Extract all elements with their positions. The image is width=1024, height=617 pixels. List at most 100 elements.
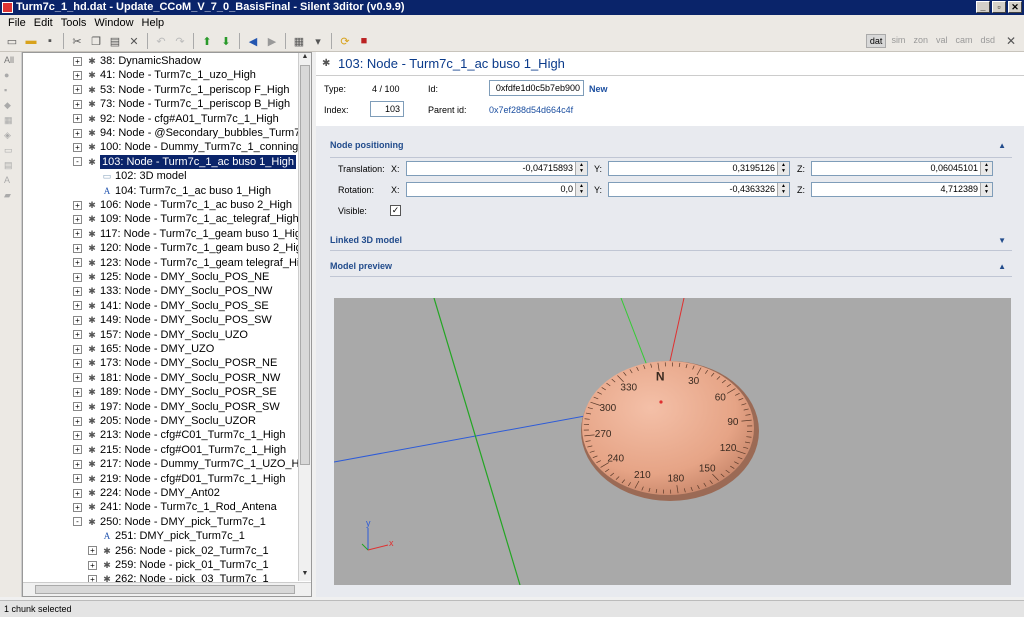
- expand-icon[interactable]: +: [73, 229, 82, 239]
- translation-x-field[interactable]: -0,04715893 ▲ ▼: [406, 161, 588, 176]
- expand-icon[interactable]: +: [73, 258, 82, 268]
- expand-icon[interactable]: +: [73, 502, 82, 512]
- chunk-tree[interactable]: + ✱ 38: DynamicShadow + ✱ 41: Node - Turm7c_1…: [22, 52, 312, 597]
- tree-item[interactable]: + ✱ 73: Node - Turm7c_1_periscop B_High: [73, 97, 290, 111]
- tree-item[interactable]: + ✱ 189: Node - DMY_Soclu_POSR_SE: [73, 385, 277, 399]
- expand-icon[interactable]: +: [73, 344, 82, 354]
- tree-item[interactable]: + ✱ 133: Node - DMY_Soclu_POS_NW: [73, 284, 272, 298]
- visible-checkbox[interactable]: ✓: [390, 205, 401, 216]
- tree-item[interactable]: + ✱ 241: Node - Turm7c_1_Rod_Antena: [73, 500, 277, 514]
- filter-icon[interactable]: ◆: [4, 100, 18, 112]
- spinner-icon[interactable]: ▲ ▼: [575, 183, 587, 196]
- tree-item[interactable]: + ✱ 141: Node - DMY_Soclu_POS_SE: [73, 299, 269, 313]
- filter-icon[interactable]: ▰: [4, 190, 18, 202]
- tree-item[interactable]: + ✱ 94: Node - @Secondary_bubbles_Turm7c_1…: [73, 126, 311, 140]
- tree-item[interactable]: - ✱ 103: Node - Turm7c_1_ac buso 1_High: [73, 154, 297, 169]
- tree-item[interactable]: A 104: Turm7c_1_ac buso 1_High: [88, 184, 271, 198]
- spinner-icon[interactable]: ▲ ▼: [980, 162, 992, 175]
- filter-icon[interactable]: ●: [4, 70, 18, 82]
- scroll-down-icon[interactable]: ▼: [299, 570, 311, 581]
- expand-icon[interactable]: +: [73, 315, 82, 325]
- expand-icon[interactable]: +: [73, 488, 82, 498]
- expand-arrow-icon[interactable]: ▼: [998, 236, 1006, 245]
- tree-item[interactable]: + ✱ 109: Node - Turm7c_1_ac_telegraf_High: [73, 212, 299, 226]
- tree-item[interactable]: + ✱ 41: Node - Turm7c_1_uzo_High: [73, 68, 256, 82]
- collapse-arrow-icon[interactable]: ▲: [998, 141, 1006, 150]
- tree-item[interactable]: + ✱ 92: Node - cfg#A01_Turm7c_1_High: [73, 112, 279, 126]
- expand-icon[interactable]: +: [73, 373, 82, 383]
- spinner-icon[interactable]: ▲ ▼: [777, 162, 789, 175]
- collapse-icon[interactable]: -: [73, 517, 82, 527]
- tree-item[interactable]: + ✱ 259: Node - pick_01_Turm7c_1: [88, 558, 269, 572]
- tab-val[interactable]: val: [933, 34, 951, 48]
- spinner-icon[interactable]: ▲ ▼: [777, 183, 789, 196]
- filter-icon[interactable]: ◈: [4, 130, 18, 142]
- scroll-up-icon[interactable]: ▲: [299, 53, 311, 64]
- tree-item[interactable]: + ✱ 53: Node - Turm7c_1_periscop F_High: [73, 83, 290, 97]
- save-icon[interactable]: ▪: [42, 33, 58, 49]
- menu-tools[interactable]: Tools: [57, 17, 91, 29]
- tree-item[interactable]: + ✱ 197: Node - DMY_Soclu_POSR_SW: [73, 400, 280, 414]
- filter-icon[interactable]: ▪: [4, 85, 18, 97]
- expand-icon[interactable]: +: [73, 402, 82, 412]
- tree-item[interactable]: + ✱ 120: Node - Turm7c_1_geam buso 2_High: [73, 241, 308, 255]
- close-document-icon[interactable]: ✕: [1006, 34, 1016, 48]
- tree-item[interactable]: + ✱ 217: Node - Dummy_Turm7C_1_UZO_High: [73, 457, 311, 471]
- expand-icon[interactable]: +: [73, 358, 82, 368]
- filter-icon[interactable]: ▦: [4, 115, 18, 127]
- close-icon[interactable]: ✕: [1008, 1, 1022, 13]
- filter-icon[interactable]: ▤: [4, 160, 18, 172]
- tree-item[interactable]: + ✱ 224: Node - DMY_Ant02: [73, 486, 220, 500]
- expand-icon[interactable]: +: [73, 243, 82, 253]
- tree-item[interactable]: - ✱ 250: Node - DMY_pick_Turm7c_1: [73, 515, 266, 529]
- filter-icon[interactable]: ▭: [4, 145, 18, 157]
- menu-window[interactable]: Window: [90, 17, 137, 29]
- tree-item[interactable]: + ✱ 205: Node - DMY_Soclu_UZOR: [73, 414, 256, 428]
- tree-horizontal-scrollbar[interactable]: [23, 582, 311, 596]
- hscroll-thumb[interactable]: [35, 585, 295, 594]
- model-preview-header[interactable]: Model preview: [330, 261, 392, 271]
- tree-item[interactable]: + ✱ 256: Node - pick_02_Turm7c_1: [88, 544, 269, 558]
- expand-icon[interactable]: +: [73, 416, 82, 426]
- tree-item[interactable]: + ✱ 123: Node - Turm7c_1_geam telegraf_Hig…: [73, 256, 311, 270]
- tree-item[interactable]: + ✱ 181: Node - DMY_Soclu_POSR_NW: [73, 371, 280, 385]
- tree-item[interactable]: + ✱ 117: Node - Turm7c_1_geam buso 1_High: [73, 227, 307, 241]
- parent-id-link[interactable]: 0x7ef288d54d664c4f: [489, 105, 573, 115]
- tree-vertical-scrollbar[interactable]: ▲ ▼: [298, 53, 311, 581]
- tree-item[interactable]: + ✱ 219: Node - cfg#D01_Turm7c_1_High: [73, 472, 285, 486]
- tree-item[interactable]: + ✱ 213: Node - cfg#C01_Turm7c_1_High: [73, 428, 285, 442]
- restore-icon[interactable]: ▫: [992, 1, 1006, 13]
- expand-icon[interactable]: +: [73, 286, 82, 296]
- tab-sim[interactable]: sim: [888, 34, 908, 48]
- tab-dat[interactable]: dat: [865, 34, 887, 48]
- minimize-icon[interactable]: _: [976, 1, 990, 13]
- tree-item[interactable]: + ✱ 157: Node - DMY_Soclu_UZO: [73, 328, 248, 342]
- rotation-x-field[interactable]: 0,0 ▲ ▼: [406, 182, 588, 197]
- filter-icon[interactable]: A: [4, 175, 18, 187]
- expand-icon[interactable]: +: [88, 560, 97, 570]
- grid-view-icon[interactable]: ▦: [291, 33, 307, 49]
- expand-icon[interactable]: +: [73, 70, 82, 80]
- expand-icon[interactable]: +: [73, 330, 82, 340]
- expand-icon[interactable]: +: [73, 459, 82, 469]
- tree-item[interactable]: ▭ 102: 3D model: [88, 169, 187, 183]
- open-folder-icon[interactable]: ▬: [23, 33, 39, 49]
- expand-icon[interactable]: +: [73, 114, 82, 124]
- new-id-link[interactable]: New: [589, 84, 608, 94]
- expand-icon[interactable]: +: [73, 142, 82, 152]
- expand-icon[interactable]: +: [73, 214, 82, 224]
- delete-icon[interactable]: ✕: [126, 33, 142, 49]
- expand-icon[interactable]: +: [73, 272, 82, 282]
- dropdown-icon[interactable]: ▾: [310, 33, 326, 49]
- expand-icon[interactable]: +: [88, 546, 97, 556]
- tree-item[interactable]: + ✱ 165: Node - DMY_UZO: [73, 342, 214, 356]
- all-filter-icon[interactable]: All: [4, 55, 18, 67]
- expand-icon[interactable]: +: [73, 387, 82, 397]
- expand-icon[interactable]: +: [73, 445, 82, 455]
- tab-zon[interactable]: zon: [910, 34, 931, 48]
- expand-icon[interactable]: +: [73, 56, 82, 66]
- spinner-icon[interactable]: ▲ ▼: [980, 183, 992, 196]
- tab-cam[interactable]: cam: [952, 34, 975, 48]
- translation-z-field[interactable]: 0,06045101 ▲ ▼: [811, 161, 993, 176]
- index-field[interactable]: 103: [370, 101, 404, 117]
